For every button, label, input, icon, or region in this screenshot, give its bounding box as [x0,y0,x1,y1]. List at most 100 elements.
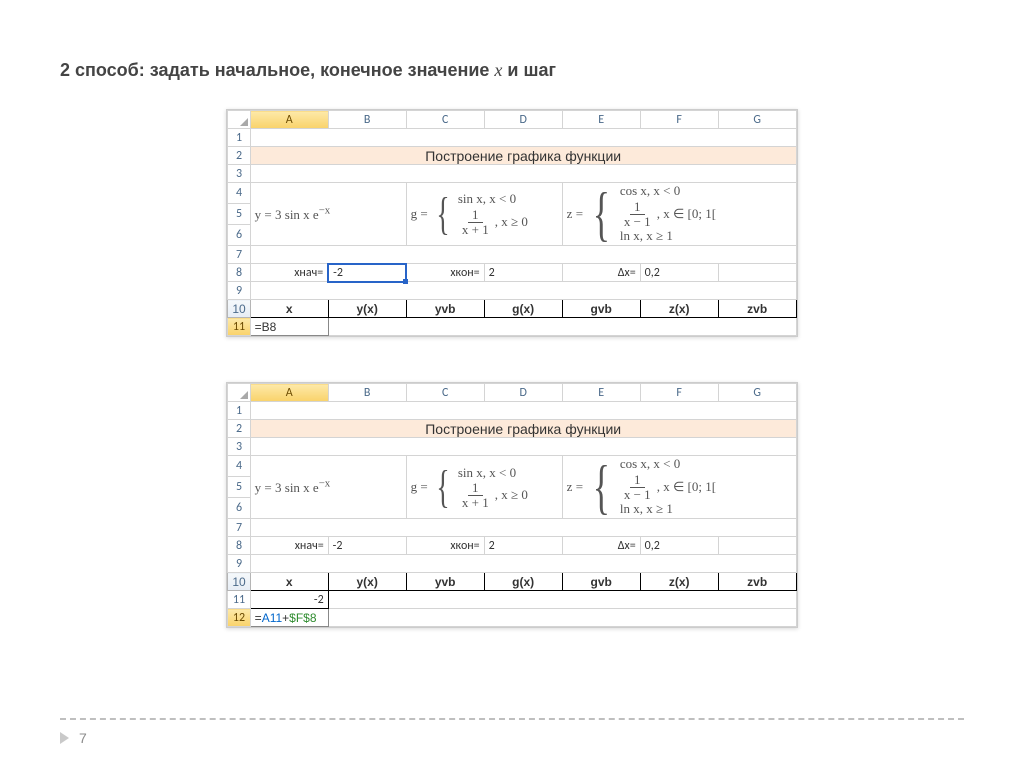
cell[interactable] [328,591,796,609]
cell[interactable] [250,129,796,147]
col-header-F[interactable]: F [640,384,718,402]
cell-xstart-value[interactable]: -2 [328,537,406,555]
active-cell-A11[interactable]: =B8 [250,318,328,336]
cell[interactable] [250,282,796,300]
col-header-G[interactable]: G [718,111,796,129]
cell-dx-value[interactable]: 0,2 [640,264,718,282]
cell[interactable] [328,609,796,627]
cell-xstart-value[interactable]: -2 [328,264,406,282]
active-cell-A12[interactable]: =A11+$F$8 [250,609,328,627]
fn-header[interactable]: gvb [562,300,640,318]
col-header-D[interactable]: D [484,111,562,129]
col-header-G[interactable]: G [718,384,796,402]
row-header[interactable]: 5 [228,204,250,225]
fn-header[interactable]: z(x) [640,300,718,318]
fn-header[interactable]: zvb [718,300,796,318]
excel-screenshot-2: A B C D E F G 1 2Построение графика функ… [226,382,797,628]
cell[interactable] [328,318,796,336]
fn-header[interactable]: g(x) [484,573,562,591]
row-header[interactable]: 3 [228,438,250,456]
page-number: 7 [79,730,87,746]
label-dx[interactable]: Δx= [562,537,640,555]
row-header[interactable]: 6 [228,225,250,246]
row-header[interactable]: 2 [228,147,250,165]
label-xstart[interactable]: xнач= [250,264,328,282]
formula-eq: = [255,611,262,625]
cell[interactable] [250,519,796,537]
heading-suffix: и шаг [502,60,556,80]
formula-y: y = 3 sin x e−x [250,456,406,519]
col-header-E[interactable]: E [562,111,640,129]
col-header-A[interactable]: A [250,384,328,402]
col-header-C[interactable]: C [406,111,484,129]
label-xend[interactable]: xкон= [406,264,484,282]
row-header[interactable]: 7 [228,519,250,537]
formula-g: g = { sin x, x < 0 1x + 1 , x ≥ 0 [406,456,562,519]
cell-xend-value[interactable]: 2 [484,264,562,282]
col-header-E[interactable]: E [562,384,640,402]
fn-header[interactable]: g(x) [484,300,562,318]
heading-prefix: 2 способ: задать начальное, конечное зна… [60,60,494,80]
cell[interactable] [718,537,796,555]
triangle-icon [60,732,69,744]
fn-header[interactable]: y(x) [328,300,406,318]
slide-heading: 2 способ: задать начальное, конечное зна… [60,60,964,81]
col-header-F[interactable]: F [640,111,718,129]
row-header[interactable]: 6 [228,498,250,519]
row-header[interactable]: 9 [228,555,250,573]
row-header[interactable]: 1 [228,129,250,147]
row-header[interactable]: 10 [228,573,250,591]
col-header-D[interactable]: D [484,384,562,402]
cell[interactable] [250,246,796,264]
fn-header[interactable]: zvb [718,573,796,591]
row-header[interactable]: 9 [228,282,250,300]
cell[interactable] [250,438,796,456]
col-header-A[interactable]: A [250,111,328,129]
fn-header[interactable]: x [250,300,328,318]
row-header[interactable]: 3 [228,165,250,183]
sheet-title[interactable]: Построение графика функции [250,420,796,438]
row-header[interactable]: 2 [228,420,250,438]
label-xstart[interactable]: xнач= [250,537,328,555]
cell[interactable] [250,555,796,573]
row-header[interactable]: 4 [228,183,250,204]
row-header[interactable]: 11 [228,318,250,336]
col-header-B[interactable]: B [328,111,406,129]
row-header[interactable]: 11 [228,591,250,609]
select-all-corner[interactable] [228,111,250,129]
fn-header[interactable]: y(x) [328,573,406,591]
fn-header[interactable]: z(x) [640,573,718,591]
row-header[interactable]: 1 [228,402,250,420]
formula-ref-A11: A11 [262,611,282,625]
cell-xend-value[interactable]: 2 [484,537,562,555]
sheet-title[interactable]: Построение графика функции [250,147,796,165]
row-header[interactable]: 10 [228,300,250,318]
col-header-B[interactable]: B [328,384,406,402]
cell-dx-value[interactable]: 0,2 [640,537,718,555]
fn-header[interactable]: x [250,573,328,591]
formula-y: y = 3 sin x e−x [250,183,406,246]
cell[interactable] [250,165,796,183]
fn-header[interactable]: gvb [562,573,640,591]
formula-g: g = { sin x, x < 0 1x + 1 , x ≥ 0 [406,183,562,246]
row-header[interactable]: 8 [228,264,250,282]
row-header[interactable]: 5 [228,477,250,498]
cell-A11[interactable]: -2 [250,591,328,609]
label-xend[interactable]: xкон= [406,537,484,555]
cell[interactable] [250,402,796,420]
formula-ref-F8: $F$8 [289,611,316,625]
formula-z: z = { cos x, x < 0 1x − 1 , x ∈ [0; 1[ l… [562,183,796,246]
cell[interactable] [718,264,796,282]
slide-footer: 7 [60,718,964,746]
row-header[interactable]: 8 [228,537,250,555]
row-header[interactable]: 12 [228,609,250,627]
col-header-C[interactable]: C [406,384,484,402]
formula-z: z = { cos x, x < 0 1x − 1 , x ∈ [0; 1[ l… [562,456,796,519]
label-dx[interactable]: Δx= [562,264,640,282]
excel-screenshot-1: A B C D E F G 1 2Построение графика функ… [226,109,797,337]
row-header[interactable]: 4 [228,456,250,477]
fn-header[interactable]: yvb [406,300,484,318]
row-header[interactable]: 7 [228,246,250,264]
fn-header[interactable]: yvb [406,573,484,591]
select-all-corner[interactable] [228,384,250,402]
